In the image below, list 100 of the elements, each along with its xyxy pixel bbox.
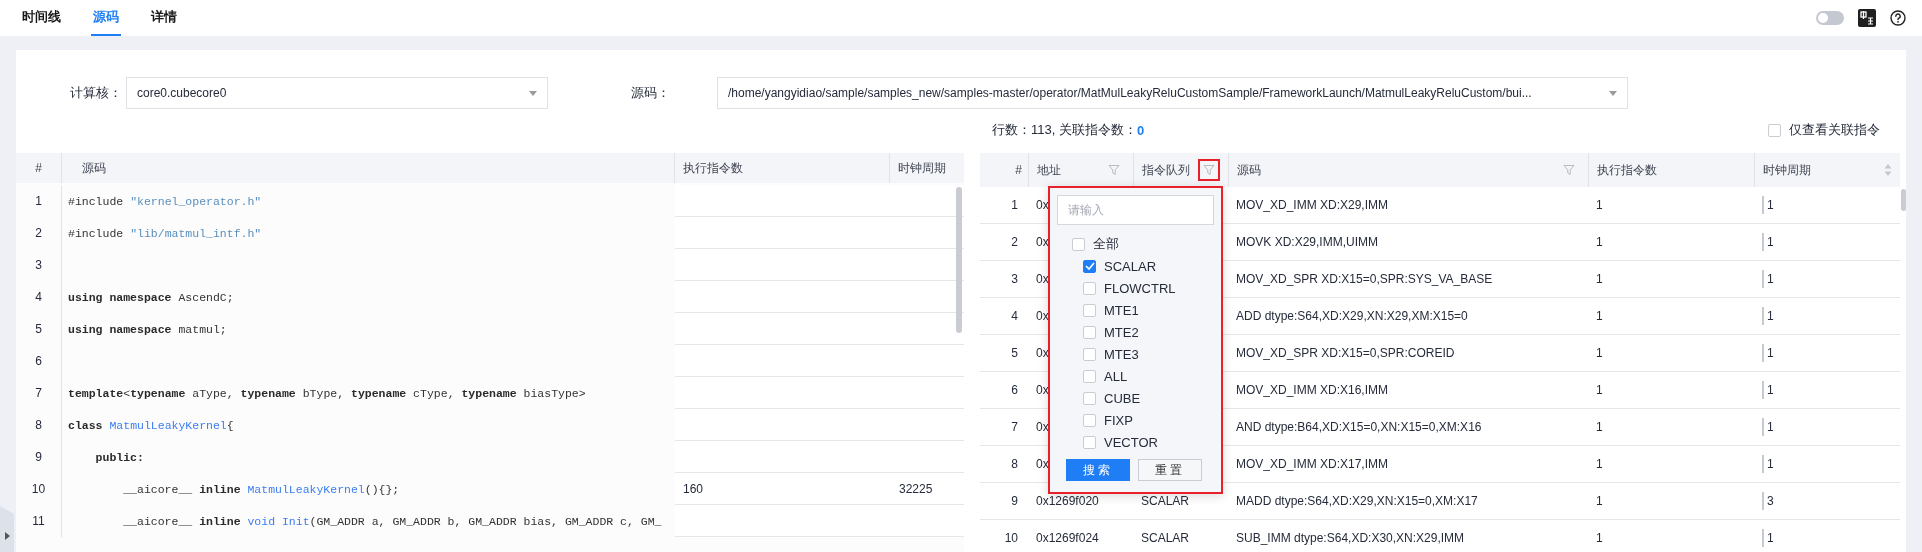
line-number: 11	[32, 514, 45, 528]
filter-option[interactable]: MTE3	[1072, 343, 1214, 365]
line-number: 8	[35, 418, 42, 432]
line-number: 9	[35, 450, 42, 464]
line-number: 10	[31, 482, 46, 496]
check-icon	[1084, 262, 1095, 270]
code-line: __aicore__ inline MatmulLeakyKernel(){};	[122, 482, 400, 496]
search-field[interactable]: 请输入	[1057, 195, 1214, 225]
table-cell: 0x1269f024	[1036, 531, 1099, 545]
language-icon[interactable]	[1858, 9, 1876, 27]
select-field[interactable]: /home/yangyidiao/sample/samples_new/samples-master/operator/MatMulLeakyReluCustomSample/FrameworkLaunch/MatmulLeakyReluCustom/bui...	[717, 77, 1628, 109]
table-cell: 0x	[1036, 198, 1049, 212]
filter-option[interactable]: MTE2	[1072, 321, 1214, 343]
help-icon[interactable]	[1890, 10, 1906, 26]
code-line: class MatmulLeakyKernel{	[68, 418, 234, 432]
column-header: #	[1015, 163, 1022, 177]
table-cell: 1	[1596, 309, 1603, 323]
line-number: 3	[35, 258, 42, 272]
search-button[interactable]: 搜索	[1066, 459, 1130, 481]
summary-text: 行数：113, 关联指令数：	[992, 121, 1137, 139]
table-cell: 1	[1596, 383, 1603, 397]
filter-option[interactable]: SCALAR	[1072, 255, 1214, 277]
table-cell: 1	[1762, 307, 1774, 325]
column-header: 源码	[1237, 161, 1261, 179]
table-cell: 1	[1762, 270, 1774, 288]
table-cell: 1	[1596, 494, 1603, 508]
table-cell: MOV_XD_IMM XD:X17,IMM	[1236, 457, 1389, 471]
field-label: 源码：	[631, 84, 671, 102]
table-cell: SCALAR	[1141, 494, 1190, 508]
table-cell: 3	[1011, 272, 1018, 286]
line-number: 4	[35, 290, 42, 304]
table-cell: 0x	[1036, 346, 1049, 360]
table-cell: 1	[1762, 418, 1774, 436]
table-cell: 3	[1762, 492, 1774, 510]
table-cell: MOV_XD_IMM XD:X16,IMM	[1236, 383, 1389, 397]
table-cell: 4	[1011, 309, 1018, 323]
column-header: 执行指令数	[1597, 161, 1657, 179]
table-cell: 1	[1762, 196, 1774, 214]
code-line: using namespace AscendC;	[68, 290, 234, 304]
related-count: 0	[1136, 122, 1145, 138]
table-cell: 0x	[1036, 235, 1049, 249]
column-header: 执行指令数	[675, 153, 890, 183]
code-line: __aicore__ inline void Init(GM_ADDR a, GM_ADDR b, GM_ADDR bias, GM_ADDR c, GM_	[122, 514, 662, 528]
sort-icon[interactable]	[1884, 163, 1892, 177]
related-only-checkbox[interactable]: 仅查看关联指令	[1768, 121, 1880, 139]
code-line: using namespace matmul;	[68, 322, 227, 336]
filter-option[interactable]: 全部	[1072, 233, 1214, 255]
table-cell: 7	[1011, 420, 1018, 434]
table-cell: 1	[1762, 344, 1774, 362]
caret-icon[interactable]	[1609, 90, 1617, 96]
tab[interactable]: 时间线	[20, 0, 63, 36]
scrollbar[interactable]	[956, 187, 962, 333]
table-cell: 1	[1762, 529, 1774, 547]
table-cell: 0x1269f020	[1036, 494, 1099, 508]
code-line: public:	[94, 450, 144, 464]
select-field[interactable]: core0.cubecore0	[126, 77, 548, 109]
table-cell: 1	[1596, 272, 1603, 286]
line-number: 7	[35, 386, 42, 400]
filter-icon[interactable]	[1198, 159, 1220, 181]
table-cell: 8	[1011, 457, 1018, 471]
table-cell: 1	[1596, 531, 1603, 545]
table-cell: 0x	[1036, 457, 1049, 471]
toggle-switch[interactable]	[1816, 11, 1844, 25]
table-cell: 1	[1596, 235, 1603, 249]
table-cell: MOV_XD_SPR XD:X15=0,SPR:SYS_VA_BASE	[1236, 272, 1493, 286]
table-cell: 1	[1762, 381, 1774, 399]
filter-option[interactable]: FLOWCTRL	[1072, 277, 1214, 299]
filter-option[interactable]: CUBE	[1072, 387, 1214, 409]
table-cell: 9	[1011, 494, 1018, 508]
column-header: 指令队列	[1142, 161, 1190, 179]
table-cell: 1	[1596, 420, 1603, 434]
table-cell: 1	[1762, 455, 1774, 473]
table-cell: 160	[683, 481, 704, 496]
caret-icon[interactable]	[529, 90, 537, 96]
line-number: 1	[35, 194, 42, 208]
expand-handle[interactable]	[0, 506, 14, 552]
code-line: #include "lib/matmul_intf.h"	[68, 226, 262, 240]
scrollbar[interactable]	[1901, 189, 1906, 211]
line-number: 5	[35, 322, 42, 336]
filter-option[interactable]: VECTOR	[1072, 431, 1214, 453]
tab[interactable]: 详情	[149, 0, 179, 36]
column-header: 源码	[62, 153, 675, 183]
reset-button[interactable]: 重置	[1138, 459, 1202, 481]
field-label: 计算核：	[70, 84, 123, 102]
table-cell: 1	[1596, 198, 1603, 212]
table-cell: 6	[1011, 383, 1018, 397]
table-cell: ADD dtype:S64,XD:X29,XN:X29,XM:X15=0	[1236, 309, 1468, 323]
table-cell: 10	[1004, 531, 1018, 545]
table-cell: MOV_XD_IMM XD:X29,IMM	[1236, 198, 1389, 212]
table-cell: 1	[1596, 457, 1603, 471]
table-cell: 1	[1596, 346, 1603, 360]
filter-option[interactable]: ALL	[1072, 365, 1214, 387]
column-header: 地址	[1037, 161, 1061, 179]
table-cell: 0x	[1036, 309, 1049, 323]
table-cell: SUB_IMM dtype:S64,XD:X30,XN:X29,IMM	[1236, 531, 1465, 545]
column-header: #	[16, 153, 62, 183]
table-cell: 32225	[899, 481, 933, 496]
filter-option[interactable]: FIXP	[1072, 409, 1214, 431]
filter-option[interactable]: MTE1	[1072, 299, 1214, 321]
line-number: 6	[35, 354, 42, 368]
